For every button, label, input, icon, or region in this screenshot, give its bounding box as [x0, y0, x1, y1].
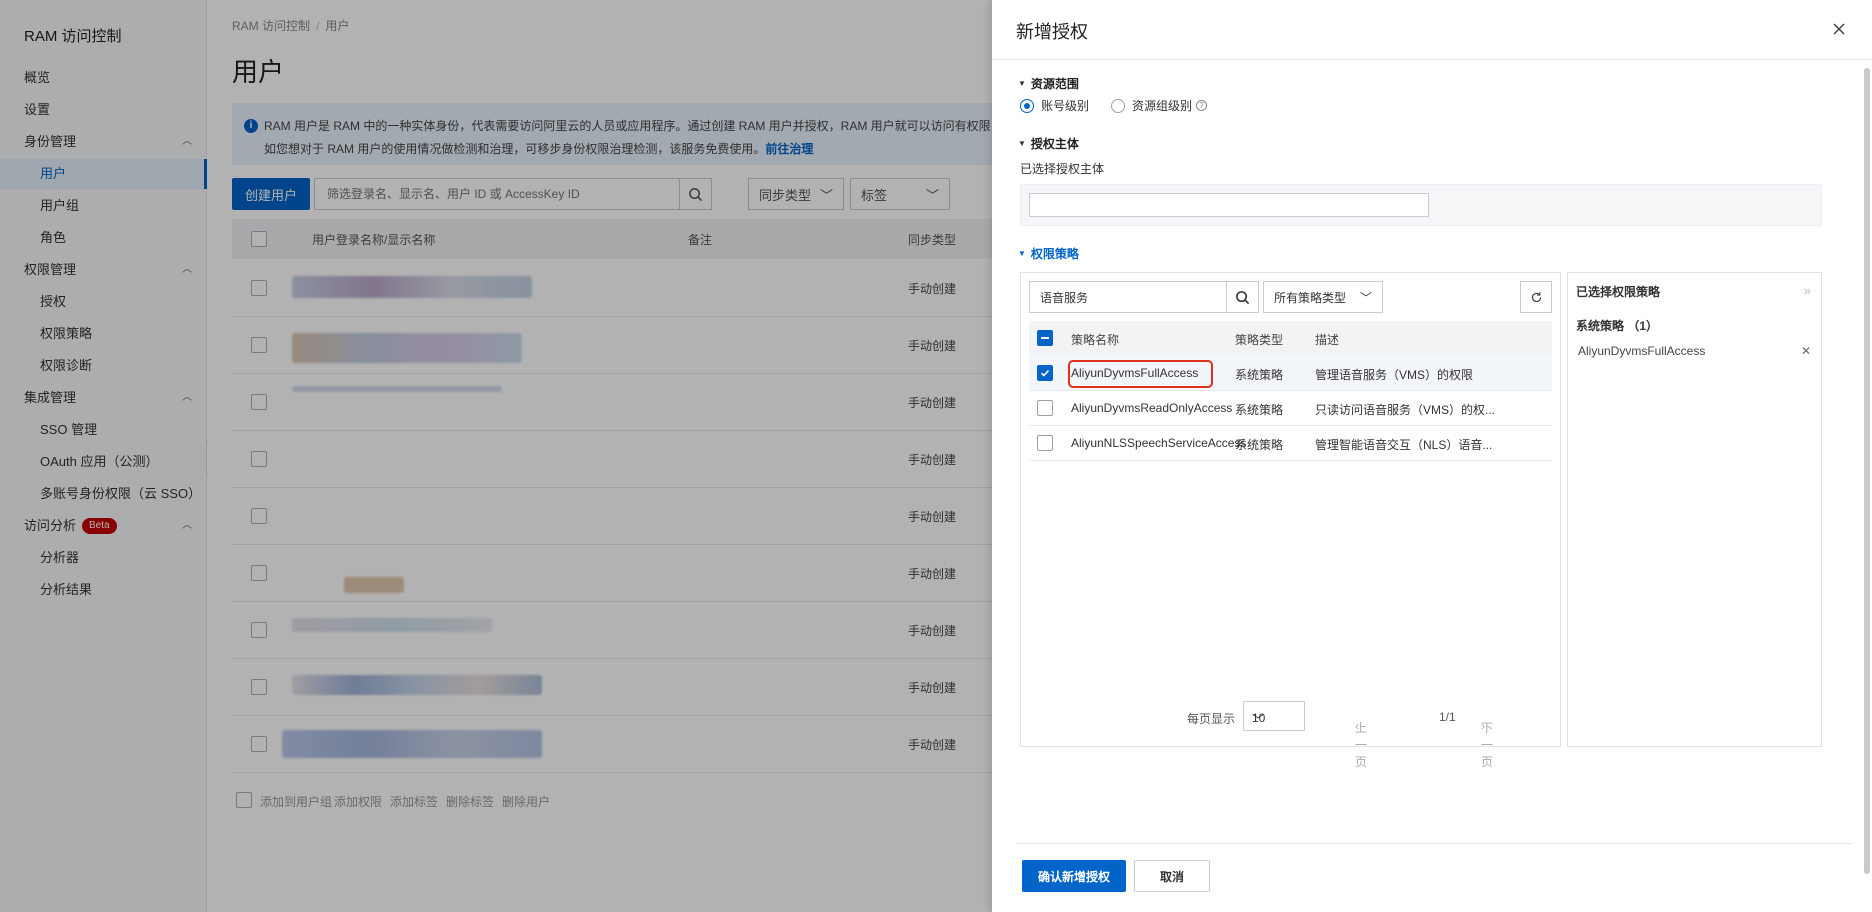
policy-name: AliyunDyvmsFullAccess: [1071, 366, 1199, 380]
policy-type-select[interactable]: 所有策略类型 ﹀: [1263, 281, 1383, 313]
per-page-label: 每页显示: [1187, 712, 1236, 726]
policy-row[interactable]: AliyunNLSSpeechServiceAccess 系统策略 管理智能语音…: [1029, 426, 1552, 461]
drawer-title: 新增授权: [1016, 22, 1088, 42]
double-chevron-right-icon[interactable]: »: [1804, 283, 1811, 298]
policy-type: 系统策略: [1235, 403, 1284, 417]
policy-row[interactable]: AliyunDyvmsFullAccess 系统策略 管理语音服务（VMS）的权…: [1029, 356, 1552, 391]
caret-down-icon: ▼: [1018, 79, 1026, 88]
drawer-scrollbar[interactable]: [1864, 68, 1870, 874]
refresh-button[interactable]: [1520, 281, 1552, 313]
modal-overlay[interactable]: [0, 0, 992, 912]
scope-radio-group: 账号级别 资源组级别?: [1020, 97, 1208, 114]
close-icon[interactable]: [1830, 20, 1848, 38]
chevron-down-icon: ﹀: [1359, 290, 1372, 305]
selected-panel-title: 已选择权限策略: [1576, 285, 1661, 299]
principal-input[interactable]: [1029, 193, 1429, 217]
selected-group-label: 系统策略 （1）: [1576, 319, 1659, 333]
search-icon[interactable]: [1226, 282, 1258, 312]
policy-checkbox[interactable]: [1037, 435, 1053, 451]
policy-section-title[interactable]: ▼ 权限策略: [1018, 245, 1079, 262]
confirm-grant-button[interactable]: 确认新增授权: [1022, 860, 1126, 892]
caret-down-icon: ▼: [1018, 249, 1026, 258]
policy-description: 管理智能语音交互（NLS）语音...: [1315, 438, 1493, 452]
page-size-select[interactable]: 10 ﹀: [1243, 701, 1305, 731]
check-icon: [1040, 369, 1050, 377]
policy-list-panel: 所有策略类型﹀ 策略名称 策略类型 描述 AliyunDyvmsFullAcce…: [1020, 272, 1562, 769]
column-header: 描述: [1315, 333, 1340, 347]
drawer-footer-divider: [1016, 843, 1852, 844]
column-header: 策略类型: [1235, 333, 1284, 347]
policy-checkbox[interactable]: [1037, 365, 1053, 381]
chevron-right-icon: ›: [1481, 719, 1485, 733]
refresh-icon: [1531, 291, 1541, 302]
drawer-header: 新增授权: [992, 0, 1872, 60]
policy-name: AliyunNLSSpeechServiceAccess: [1071, 436, 1247, 450]
principal-box: [1020, 184, 1822, 226]
scope-section-title[interactable]: ▼ 资源范围: [1018, 75, 1079, 92]
chevron-down-icon: ﹀: [1252, 713, 1265, 727]
policy-description: 只读访问语音服务（VMS）的权...: [1315, 403, 1496, 417]
policy-search-input[interactable]: [1030, 282, 1226, 312]
add-grant-drawer: 新增授权 ▼ 资源范围 账号级别 资源组级别? ▼ 授权主体 已选择授权主体 ▼ 权限…: [992, 0, 1872, 912]
policy-row[interactable]: AliyunDyvmsReadOnlyAccess 系统策略 只读访问语音服务（…: [1029, 391, 1552, 426]
remove-icon[interactable]: ✕: [1801, 344, 1811, 358]
policy-type: 系统策略: [1235, 368, 1284, 382]
policy-search: [1029, 281, 1259, 313]
policy-description: 管理语音服务（VMS）的权限: [1315, 368, 1474, 382]
radio-resource-group-level[interactable]: [1111, 98, 1126, 113]
policy-type: 系统策略: [1235, 438, 1284, 452]
policy-name: AliyunDyvmsReadOnlyAccess: [1071, 401, 1233, 415]
policy-checkbox[interactable]: [1037, 400, 1053, 416]
policy-table-header: 策略名称 策略类型 描述: [1029, 321, 1552, 356]
principal-label: 已选择授权主体: [1020, 162, 1105, 176]
page-indicator: 1/1: [1439, 710, 1456, 724]
radio-account-level[interactable]: [1020, 98, 1034, 113]
pagination: 每页显示 10 ﹀ ‹ 上一页 1/1 下一页 ›: [1021, 701, 1562, 769]
cancel-button[interactable]: 取消: [1134, 860, 1210, 892]
principal-section-title[interactable]: ▼ 授权主体: [1018, 135, 1079, 152]
selected-policy-item: AliyunDyvmsFullAccess: [1578, 344, 1706, 358]
select-all-policies-checkbox[interactable]: [1037, 330, 1053, 346]
caret-down-icon: ▼: [1018, 139, 1026, 148]
selected-policies-panel: 已选择权限策略 » 系统策略 （1） AliyunDyvmsFullAccess…: [1567, 272, 1822, 747]
help-icon[interactable]: ?: [1196, 100, 1208, 111]
column-header: 策略名称: [1071, 333, 1120, 347]
